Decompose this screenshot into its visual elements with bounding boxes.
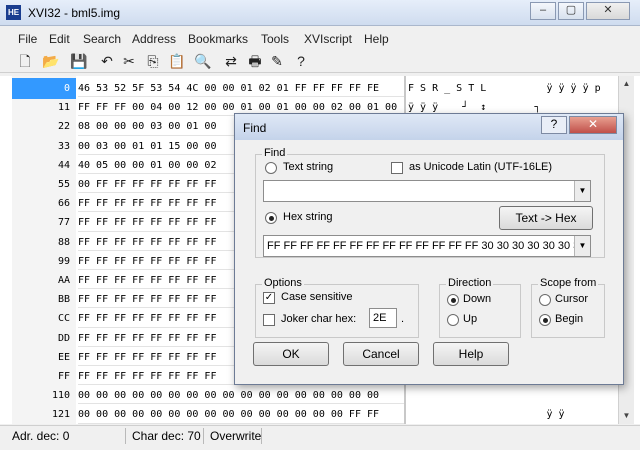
case-sensitive-label: Case sensitive [281,291,353,303]
close-button[interactable]: ✕ [586,2,630,20]
menu-xviscript[interactable]: XVIscript [304,32,352,46]
row-gridline [78,422,404,424]
undo-icon[interactable]: ↶ [98,52,116,70]
status-address: Adr. dec: 0 [8,428,126,444]
cursor-radio[interactable] [539,294,551,306]
hex-string-value: FF FF FF FF FF FF FF FF FF FF FF FF FF 3… [267,240,591,252]
hex-string-label: Hex string [283,211,333,223]
address-cell: 33 [57,140,70,152]
text-string-radio[interactable] [265,162,277,174]
ascii-row[interactable]: F S R _ S T L ÿ ÿ ÿ ÿ p [408,78,601,99]
replace-icon[interactable]: ⇄ [222,52,240,70]
find-icon[interactable]: 🔍 [194,52,212,70]
menu-address[interactable]: Address [132,32,176,46]
copy-icon[interactable]: ⎘ [144,52,162,70]
address-cell: 0 [12,78,76,99]
menu-file[interactable]: File [18,32,37,46]
address-cell: 99 [57,255,70,267]
app-icon: HE [6,5,21,20]
menu-help[interactable]: Help [364,32,389,46]
new-file-icon[interactable]: 🗋 [16,52,34,70]
joker-suffix: . [401,313,405,325]
hex-dropdown-arrow-icon[interactable]: ▼ [574,236,590,256]
ascii-row[interactable]: ÿ ÿ [408,404,564,425]
address-cell: 55 [57,179,70,190]
down-radio[interactable] [447,294,459,306]
scope-group-label: Scope from [538,277,599,289]
direction-group-label: Direction [446,277,494,289]
menu-tools[interactable]: Tools [261,32,289,46]
unicode-checkbox[interactable] [391,162,403,174]
address-cell: 11 [57,102,70,114]
joker-checkbox[interactable] [263,314,275,326]
address-cell: EE [57,351,70,363]
maximize-button[interactable]: ▢ [558,2,584,20]
dialog-close-button[interactable]: ✕ [569,116,617,134]
joker-hex-input[interactable]: 2E [369,308,397,328]
text-to-hex-button[interactable]: Text -> Hex [499,206,593,230]
address-cell: 110 [51,390,70,402]
menu-bookmarks[interactable]: Bookmarks [188,32,248,46]
scroll-down-arrow-icon[interactable]: ▼ [619,408,634,424]
help-icon[interactable]: ? [292,52,310,70]
unicode-label: as Unicode Latin (UTF-16LE) [409,161,553,173]
status-char: Char dec: 70 [128,428,204,444]
find-group-label: Find [262,147,288,159]
statusbar: Adr. dec: 0 Char dec: 70 Overwrite [0,425,640,450]
menu-edit[interactable]: Edit [49,32,70,46]
begin-label: Begin [555,313,584,325]
window-titlebar: HE XVI32 - bml5.img – ▢ ✕ [0,0,640,26]
menu-search[interactable]: Search [83,32,121,46]
joker-label: Joker char hex: [281,313,357,325]
begin-radio[interactable] [539,314,551,326]
dialog-titlebar: Find ? ✕ [235,114,623,140]
hex-string-input[interactable]: FF FF FF FF FF FF FF FF FF FF FF FF FF 3… [263,235,591,257]
address-cell: 88 [57,236,70,248]
dialog-title: Find [243,121,267,135]
address-cell: AA [57,275,70,286]
paste-icon[interactable]: 📋 [168,52,186,70]
print-icon[interactable]: 🖶 [246,52,264,70]
address-cell: CC [57,313,70,325]
cut-icon[interactable]: ✂ [120,52,138,70]
down-label: Down [463,293,492,305]
open-folder-icon[interactable]: 📂 [42,52,60,70]
toolbar: 🗋 📂 💾 ↶ ✂ ⎘ 📋 🔍 ⇄ 🖶 ✎ ? [0,49,640,73]
cancel-button[interactable]: Cancel [343,342,419,366]
address-cell: 77 [57,217,70,229]
edit-icon[interactable]: ✎ [268,52,286,70]
address-cell: BB [57,294,70,306]
address-cell: 44 [57,159,70,171]
save-icon[interactable]: 💾 [70,52,88,70]
address-cell: 22 [57,121,70,133]
options-group-label: Options [262,277,304,289]
cursor-label: Cursor [555,293,589,305]
status-mode: Overwrite [206,428,262,444]
address-cell: 121 [51,409,70,421]
find-dialog: Find ? ✕ Find Text string as Unicode Lat… [234,113,624,385]
text-string-label: Text string [283,161,334,173]
up-radio[interactable] [447,314,459,326]
address-cell: DD [57,332,70,344]
dialog-help-button[interactable]: ? [541,116,567,134]
text-dropdown-arrow-icon[interactable]: ▼ [574,181,590,201]
hex-string-radio[interactable] [265,212,277,224]
scroll-up-arrow-icon[interactable]: ▲ [619,76,634,92]
address-cell: FF [57,371,70,382]
ok-button[interactable]: OK [253,342,329,366]
minimize-button[interactable]: – [530,2,556,20]
up-label: Up [463,313,478,325]
text-string-input[interactable]: ▼ [263,180,591,202]
address-cell: 66 [57,198,70,210]
help-button[interactable]: Help [433,342,509,366]
case-sensitive-checkbox[interactable]: ✓ [263,292,275,304]
menubar: File Edit Search Address Bookmarks Tools… [0,30,640,48]
window-title: XVI32 - bml5.img [28,6,121,20]
